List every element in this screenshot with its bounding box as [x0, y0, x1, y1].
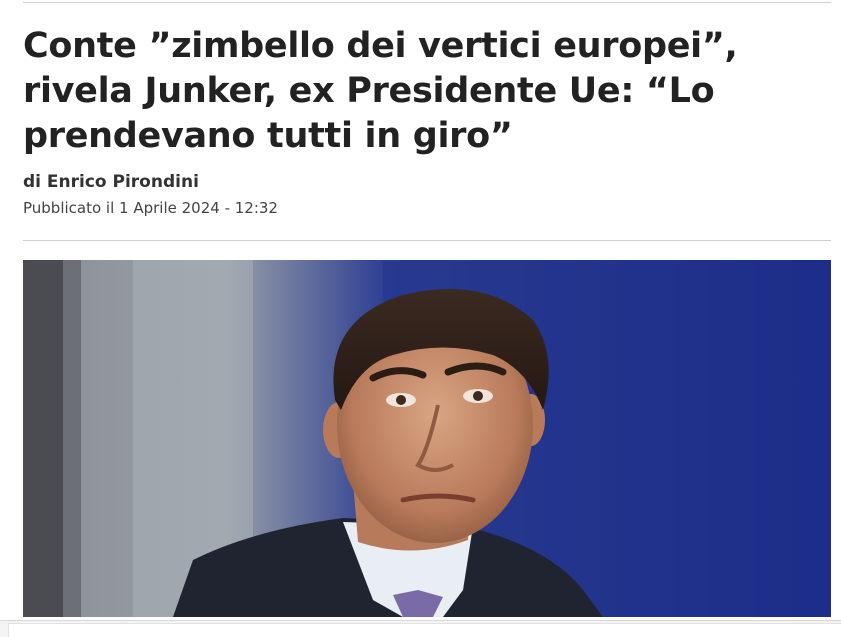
- article-photo[interactable]: [23, 260, 831, 617]
- article-page: Conte ”zimbello dei vertici europei”, ri…: [0, 0, 841, 637]
- header-divider: [23, 240, 831, 241]
- bottom-panel-edge: [8, 623, 841, 637]
- portrait-illustration: [23, 260, 831, 617]
- publish-date: Pubblicato il 1 Aprile 2024 - 12:32: [23, 199, 278, 217]
- top-divider: [23, 2, 831, 3]
- article-title: Conte ”zimbello dei vertici europei”, ri…: [23, 26, 738, 156]
- article-byline[interactable]: di Enrico Pirondini: [23, 172, 199, 192]
